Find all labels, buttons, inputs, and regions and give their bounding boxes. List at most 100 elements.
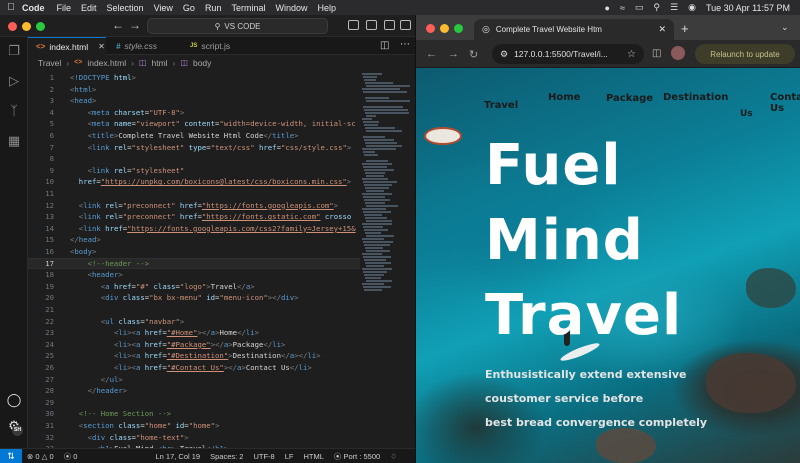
- back-arrow-icon[interactable]: ←: [112, 18, 124, 32]
- cursor-position[interactable]: Ln 17, Col 19: [150, 452, 205, 461]
- menu-window[interactable]: Window: [275, 3, 315, 13]
- menu-run[interactable]: Run: [205, 3, 230, 13]
- relaunch-update-button[interactable]: Relaunch to update: [695, 44, 795, 64]
- battery-icon[interactable]: ▭: [635, 2, 644, 13]
- code-line[interactable]: 1 <!DOCTYPE html>: [28, 72, 360, 84]
- siri-icon[interactable]: ◉: [688, 2, 696, 13]
- command-center[interactable]: ⚲ VS CODE: [147, 18, 328, 34]
- code-line[interactable]: 5 <meta name="viewport" content="width=d…: [28, 118, 360, 130]
- code-line[interactable]: 17 <!--header -->: [28, 258, 360, 270]
- breadcrumb-element-body[interactable]: body: [193, 58, 211, 68]
- site-info-icon[interactable]: ⚙: [500, 49, 508, 60]
- account-icon[interactable]: ◯: [6, 392, 22, 408]
- extensions-icon[interactable]: ▦: [6, 133, 22, 149]
- record-icon[interactable]: ●: [605, 3, 610, 13]
- tab-script-js[interactable]: JS script.js: [182, 37, 256, 55]
- control-center-icon[interactable]: ☰: [670, 2, 678, 13]
- code-line[interactable]: 13 <link rel="preconnect" href="https://…: [28, 211, 360, 223]
- menu-terminal[interactable]: Terminal: [231, 3, 273, 13]
- split-editor-icon[interactable]: ◫: [380, 40, 389, 51]
- source-control-icon[interactable]: ᛉ: [6, 103, 22, 119]
- remote-indicator-icon[interactable]: ⇅: [0, 448, 22, 463]
- minimap[interactable]: [362, 70, 412, 291]
- end-of-line[interactable]: LF: [280, 452, 299, 461]
- zoom-window-button[interactable]: [454, 24, 463, 33]
- code-line[interactable]: 27 </ul>: [28, 374, 360, 386]
- browser-tab-active[interactable]: ◎ Complete Travel Website Htm ✕: [474, 19, 674, 40]
- code-line[interactable]: 20 <div class="bx bx-menu" id="menu-icon…: [28, 292, 360, 304]
- apple-icon[interactable]: : [0, 2, 22, 13]
- avatar[interactable]: [671, 46, 685, 60]
- tab-style-css[interactable]: # style.css: [108, 37, 180, 55]
- run-debug-icon[interactable]: ▷: [6, 73, 22, 89]
- bookmark-star-icon[interactable]: ☆: [627, 49, 636, 60]
- menu-edit[interactable]: Edit: [81, 3, 105, 13]
- customize-layout-icon[interactable]: [400, 20, 411, 30]
- menu-selection[interactable]: Selection: [107, 3, 152, 13]
- menu-go[interactable]: Go: [183, 3, 203, 13]
- menu-file[interactable]: File: [57, 3, 80, 13]
- code-line[interactable]: 9 <link rel="stylesheet": [28, 165, 360, 177]
- minimize-window-button[interactable]: [440, 24, 449, 33]
- wifi-icon[interactable]: ≈: [620, 3, 625, 13]
- breadcrumb-element-html[interactable]: html: [152, 58, 168, 68]
- code-line[interactable]: 15 </head>: [28, 234, 360, 246]
- code-line[interactable]: 18 <header>: [28, 269, 360, 281]
- code-line[interactable]: 29: [28, 397, 360, 409]
- site-nav-contact[interactable]: Contact Us: [770, 92, 800, 114]
- code-line[interactable]: 19 <a href="#" class="logo">Travel</a>: [28, 281, 360, 293]
- toggle-panel-icon[interactable]: [366, 20, 377, 30]
- explorer-icon[interactable]: ❐: [6, 43, 22, 59]
- code-line[interactable]: 16 <body>: [28, 246, 360, 258]
- toggle-secondary-sidebar-icon[interactable]: [384, 20, 395, 30]
- forward-arrow-icon[interactable]: →: [448, 48, 459, 60]
- profile-badge[interactable]: SH: [12, 425, 23, 436]
- site-nav-package[interactable]: Package: [606, 93, 653, 104]
- code-line[interactable]: 21: [28, 304, 360, 316]
- info-indicator[interactable]: ⦿ 0: [59, 451, 83, 462]
- problems-indicator[interactable]: ⊗ 0 △ 0: [22, 452, 59, 461]
- new-tab-icon[interactable]: +: [681, 21, 689, 36]
- site-nav-home[interactable]: Home: [548, 92, 580, 103]
- side-panel-icon[interactable]: ◫: [652, 48, 661, 59]
- tab-index-html[interactable]: <> index.html ✕: [28, 37, 106, 55]
- live-server-port[interactable]: ⦿ Port : 5500: [329, 451, 385, 462]
- indentation[interactable]: Spaces: 2: [205, 452, 248, 461]
- code-line[interactable]: 25 <li><a href="#Destination">Destinatio…: [28, 350, 360, 362]
- code-line[interactable]: 10 href="https://unpkg.com/boxicons@late…: [28, 176, 360, 188]
- code-line[interactable]: 30 <!-- Home Section -->: [28, 408, 360, 420]
- code-line[interactable]: 8: [28, 153, 360, 165]
- code-line[interactable]: 12 <link rel="preconnect" href="https://…: [28, 200, 360, 212]
- code-line[interactable]: 7 <link rel="stylesheet" type="text/css"…: [28, 142, 360, 154]
- code-line[interactable]: 23 <li><a href="#Home"></a>Home</li>: [28, 327, 360, 339]
- minimize-window-button[interactable]: [22, 22, 31, 31]
- code-line[interactable]: 3 <head>: [28, 95, 360, 107]
- site-nav-destination[interactable]: Destination: [663, 92, 728, 103]
- menu-view[interactable]: View: [154, 3, 181, 13]
- menubar-clock[interactable]: Tue 30 Apr 11:57 PM: [706, 3, 790, 13]
- toggle-sidebar-icon[interactable]: [348, 20, 359, 30]
- code-line[interactable]: 22 <ul class="navbar">: [28, 316, 360, 328]
- code-line[interactable]: 11: [28, 188, 360, 200]
- code-line[interactable]: 32 <div class="home-text">: [28, 432, 360, 444]
- breadcrumb-file[interactable]: index.html: [87, 58, 126, 68]
- code-line[interactable]: 24 <li><a href="#Package"></a>Package</l…: [28, 339, 360, 351]
- reload-icon[interactable]: ↻: [469, 48, 478, 61]
- close-window-button[interactable]: [8, 22, 17, 31]
- close-icon[interactable]: ✕: [98, 42, 105, 51]
- code-line[interactable]: 2 <html>: [28, 84, 360, 96]
- menu-help[interactable]: Help: [317, 3, 344, 13]
- code-line[interactable]: 4 <meta charset="UTF-8">: [28, 107, 360, 119]
- notifications-bell-icon[interactable]: ♢: [385, 452, 402, 461]
- zoom-window-button[interactable]: [36, 22, 45, 31]
- forward-arrow-icon[interactable]: →: [129, 18, 141, 32]
- back-arrow-icon[interactable]: ←: [426, 48, 437, 60]
- code-line[interactable]: 31 <section class="home" id="home">: [28, 420, 360, 432]
- site-logo[interactable]: Travel: [484, 100, 518, 111]
- code-line[interactable]: 26 <li><a href="#Contact Us"></a>Contact…: [28, 362, 360, 374]
- code-editor[interactable]: 1 <!DOCTYPE html> 2 <html> 3 <head> 4 <meta ch…: [28, 70, 360, 448]
- language-mode[interactable]: HTML: [298, 452, 328, 461]
- encoding[interactable]: UTF-8: [248, 452, 279, 461]
- chevron-down-icon[interactable]: ⌄: [781, 22, 789, 33]
- breadcrumb-folder[interactable]: Travel: [38, 58, 61, 68]
